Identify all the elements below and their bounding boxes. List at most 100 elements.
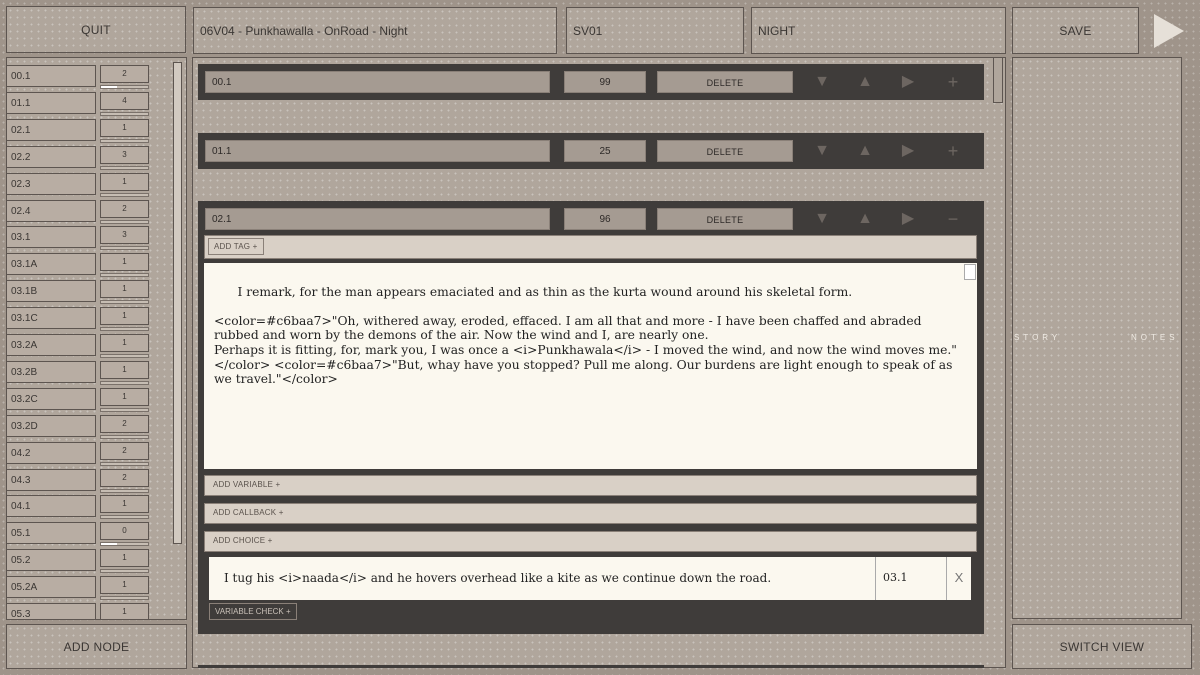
notes-tab[interactable]: NOTES [1131, 333, 1179, 342]
node-item[interactable]: 03.1 3 [6, 226, 186, 251]
add-tag-button[interactable]: ADD TAG + [208, 238, 264, 255]
node-item[interactable]: 05.1 0 [6, 522, 186, 547]
dialogue-text-area[interactable]: I remark, for the man appears emaciated … [204, 263, 977, 469]
node-name[interactable]: 04.2 [6, 441, 96, 464]
node-name[interactable]: 05.3 [6, 603, 96, 619]
node-progress-bar [100, 85, 149, 89]
node-item[interactable]: 02.1 1 [6, 118, 186, 144]
quit-button[interactable]: QUIT [6, 6, 186, 53]
node-count: 2 [100, 468, 149, 487]
node-item[interactable]: 05.3 1 [6, 603, 186, 619]
node-progress-bar [100, 488, 149, 493]
node-progress-bar [100, 354, 149, 358]
expand-icon[interactable]: + [941, 140, 965, 162]
node-item[interactable]: 03.1B 1 [6, 280, 186, 305]
node-item[interactable]: 03.2C 1 [6, 387, 186, 413]
node-name[interactable]: 03.2D [6, 414, 96, 437]
node-item[interactable]: 00.1 2 [6, 65, 186, 90]
node-count: 1 [100, 118, 149, 137]
choice-row: I tug his <i>naada</i> and he hovers ove… [209, 557, 971, 600]
node-count: 1 [100, 280, 149, 299]
add-callback-button[interactable]: ADD CALLBACK + [208, 505, 289, 520]
time-of-day-field[interactable]: NIGHT [751, 7, 1006, 54]
node-name[interactable]: 00.1 [6, 65, 96, 87]
node-name[interactable]: 03.1B [6, 280, 96, 303]
remove-choice-button[interactable]: X [946, 557, 971, 600]
block-id-field[interactable]: 01.1 [205, 140, 550, 162]
move-down-icon[interactable]: ▼ [810, 208, 834, 230]
play-icon[interactable]: ▶ [896, 71, 920, 93]
move-up-icon[interactable]: ▲ [853, 140, 877, 162]
node-name[interactable]: 03.2C [6, 387, 96, 410]
node-item[interactable]: 03.2A 1 [6, 334, 186, 359]
node-count: 2 [100, 65, 149, 83]
scene-code-field[interactable]: SV01 [566, 7, 744, 54]
block-number-field[interactable]: 25 [564, 140, 646, 162]
node-item[interactable]: 01.1 4 [6, 91, 186, 117]
play-icon[interactable]: ▶ [896, 208, 920, 230]
move-up-icon[interactable]: ▲ [853, 208, 877, 230]
node-item[interactable]: 02.4 2 [6, 199, 186, 225]
save-button[interactable]: SAVE [1012, 7, 1139, 54]
play-icon[interactable]: ▶ [896, 140, 920, 162]
node-count: 0 [100, 522, 149, 541]
node-name[interactable]: 03.1A [6, 253, 96, 276]
node-item[interactable]: 04.2 2 [6, 441, 186, 467]
move-down-icon[interactable]: ▼ [810, 71, 834, 93]
add-choice-button[interactable]: ADD CHOICE + [208, 533, 278, 548]
tag-strip: ADD TAG + [204, 235, 977, 259]
delete-button[interactable]: DELETE [657, 208, 793, 230]
expand-icon[interactable]: + [941, 71, 965, 93]
add-variable-button[interactable]: ADD VARIABLE + [208, 477, 285, 492]
text-scroll-handle[interactable] [964, 264, 976, 280]
dialogue-block-expanded: 02.1 96 DELETE ▼ ▲ ▶ − ADD TAG + I remar… [198, 201, 984, 634]
node-item[interactable]: 03.1C 1 [6, 307, 186, 332]
node-name[interactable]: 03.2A [6, 334, 96, 356]
story-tab[interactable]: STORY [1014, 333, 1061, 342]
node-item[interactable]: 04.1 1 [6, 495, 186, 520]
node-item[interactable]: 03.2D 2 [6, 414, 186, 440]
variable-strip: ADD VARIABLE + [204, 475, 977, 496]
node-item[interactable]: 03.1A 1 [6, 253, 186, 278]
node-name[interactable]: 02.1 [6, 118, 96, 141]
node-item[interactable]: 05.2 1 [6, 549, 186, 574]
collapse-icon[interactable]: − [941, 208, 965, 230]
scene-title-field[interactable]: 06V04 - Punkhawalla - OnRoad - Night [193, 7, 557, 54]
variable-check-button[interactable]: VARIABLE CHECK + [209, 603, 297, 620]
node-name[interactable]: 04.3 [6, 468, 96, 491]
node-name[interactable]: 03.1 [6, 226, 96, 249]
node-item[interactable]: 04.3 2 [6, 468, 186, 494]
node-count: 1 [100, 549, 149, 568]
choice-text-field[interactable]: I tug his <i>naada</i> and he hovers ove… [209, 557, 874, 600]
node-name[interactable]: 05.2A [6, 576, 96, 599]
node-name[interactable]: 03.2B [6, 360, 96, 383]
node-count: 1 [100, 387, 149, 406]
switch-view-button[interactable]: SWITCH VIEW [1012, 624, 1192, 669]
node-list-scrollbar[interactable] [173, 62, 182, 544]
node-name[interactable]: 01.1 [6, 91, 96, 114]
move-down-icon[interactable]: ▼ [810, 140, 834, 162]
node-count: 1 [100, 576, 149, 595]
block-id-field[interactable]: 02.1 [205, 208, 550, 230]
node-item[interactable]: 03.2B 1 [6, 360, 186, 386]
move-up-icon[interactable]: ▲ [853, 71, 877, 93]
block-number-field[interactable]: 96 [564, 208, 646, 230]
node-item[interactable]: 05.2A 1 [6, 576, 186, 601]
node-name[interactable]: 02.3 [6, 172, 96, 195]
node-name[interactable]: 04.1 [6, 495, 96, 518]
node-item[interactable]: 02.2 3 [6, 145, 186, 171]
choice-target-field[interactable]: 03.1 [875, 557, 945, 600]
node-count: 2 [100, 414, 149, 433]
node-name[interactable]: 03.1C [6, 307, 96, 330]
node-name[interactable]: 05.1 [6, 522, 96, 545]
delete-button[interactable]: DELETE [657, 71, 793, 93]
node-name[interactable]: 05.2 [6, 549, 96, 572]
block-number-field[interactable]: 99 [564, 71, 646, 93]
node-item[interactable]: 02.3 1 [6, 172, 186, 198]
play-button[interactable] [1152, 12, 1186, 50]
block-id-field[interactable]: 00.1 [205, 71, 550, 93]
delete-button[interactable]: DELETE [657, 140, 793, 162]
node-name[interactable]: 02.2 [6, 145, 96, 168]
add-node-button[interactable]: ADD NODE [6, 624, 187, 669]
node-name[interactable]: 02.4 [6, 199, 96, 222]
